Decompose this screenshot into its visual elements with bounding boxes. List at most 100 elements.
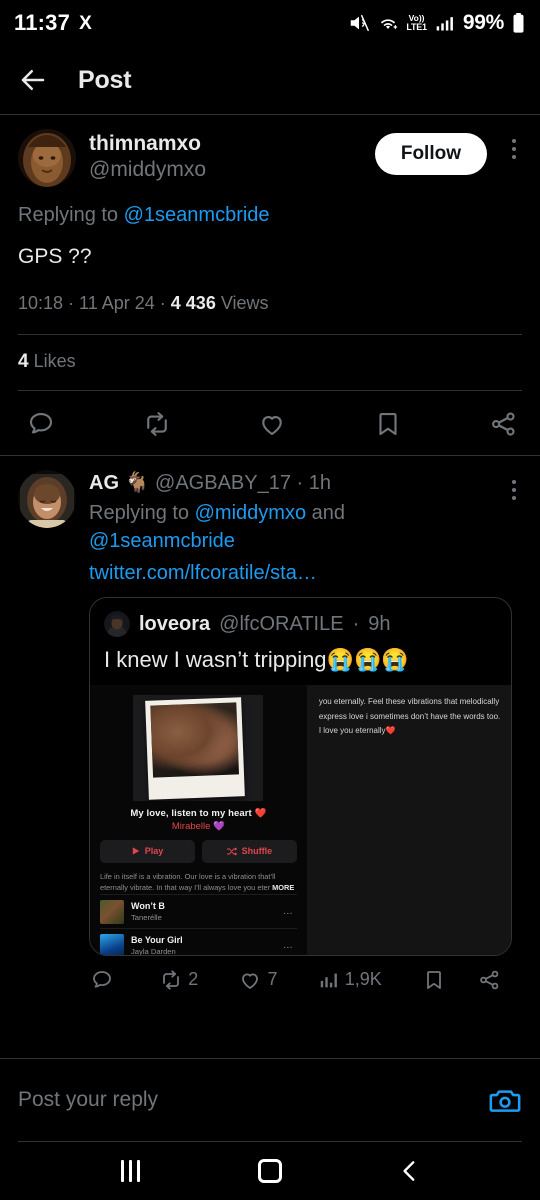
timeline-scroll-area[interactable]: thimnamxo @middymxo Follow Replying to @…	[0, 115, 540, 1058]
playlist-artist: Mirabelle 💜	[171, 820, 225, 832]
reply-button[interactable]	[26, 409, 56, 439]
replying-to-mention-1[interactable]: @middymxo	[195, 502, 306, 524]
back-arrow-icon[interactable]	[18, 65, 48, 95]
attached-music-screenshot[interactable]: My love, listen to my heart ❤️ Mirabelle…	[90, 684, 511, 956]
display-name: AG	[89, 471, 119, 494]
shuffle-label: Shuffle	[241, 846, 273, 857]
page-title: Post	[78, 65, 132, 94]
replying-to-mention[interactable]: @1seanmcbride	[124, 204, 270, 226]
replying-to-prefix: Replying to	[18, 204, 124, 226]
timestamp: 1h	[308, 471, 331, 494]
display-name: loveora	[139, 612, 211, 635]
shuffle-button[interactable]: Shuffle	[201, 839, 297, 863]
home-button[interactable]	[240, 1148, 300, 1194]
reply-composer-area: Post your reply	[0, 1058, 540, 1142]
meta-sep-2: ·	[154, 293, 171, 314]
display-name: thimnamxo	[89, 132, 202, 155]
recents-button[interactable]	[100, 1148, 160, 1194]
track-title: Won’t B	[131, 900, 165, 911]
more-link[interactable]: MORE	[272, 883, 294, 892]
like-icon	[262, 415, 282, 435]
share-button[interactable]	[477, 968, 506, 992]
avatar[interactable]	[18, 129, 76, 187]
like-icon	[242, 973, 259, 989]
more-options-icon[interactable]	[500, 470, 522, 500]
share-icon	[480, 970, 499, 990]
reply-identity-line: AG 🐐 @AGBABY_17 · 1h	[89, 470, 487, 496]
quoted-tweet-card[interactable]: loveora @lfcORATILE · 9h I knew I wasn’t…	[89, 597, 512, 956]
quoted-tweet-header: loveora @lfcORATILE · 9h	[90, 598, 511, 638]
track-meta: Be Your Girl Jayla Darden	[131, 934, 276, 956]
reply-button[interactable]	[90, 968, 119, 992]
quote-dot: ·	[352, 612, 360, 635]
volte-bottom-label: LTE1	[406, 21, 427, 32]
likes-count: 4	[18, 350, 29, 372]
track-menu-icon[interactable]: …	[283, 906, 297, 917]
playlist-description-text: Life in itself is a vibration. Our love …	[100, 871, 276, 893]
back-button[interactable]	[380, 1148, 440, 1194]
play-button[interactable]: Play	[100, 839, 195, 863]
main-tweet-actions	[0, 391, 540, 455]
share-button[interactable]	[488, 409, 518, 439]
replying-to-mention-2[interactable]: @1seanmcbride	[89, 530, 235, 552]
tweet-time: 10:18	[18, 293, 64, 314]
android-nav-bar	[0, 1142, 540, 1200]
user-handle: @lfcORATILE	[219, 612, 344, 635]
track-artwork	[100, 899, 124, 924]
message-text: you eternally. Feel these vibrations tha…	[318, 696, 501, 736]
retweet-button[interactable]	[142, 409, 172, 439]
mute-icon	[351, 14, 370, 32]
bookmark-icon	[378, 412, 397, 435]
track-menu-icon[interactable]: …	[283, 940, 297, 951]
play-label: Play	[144, 846, 164, 857]
reply-input[interactable]: Post your reply	[18, 1088, 478, 1112]
user-handle: @AGBABY_17	[155, 471, 291, 494]
play-icon	[132, 847, 139, 855]
replying-to-prefix: Replying to	[89, 501, 195, 524]
track-artist: Jayla Darden	[131, 946, 176, 956]
track-row[interactable]: Won’t B Tanerélle …	[100, 893, 297, 928]
home-icon	[258, 1159, 282, 1183]
likes-row[interactable]: 4 Likes	[18, 335, 522, 373]
x-logo-icon: X	[79, 12, 92, 34]
playlist-description: Life in itself is a vibration. Our love …	[100, 871, 297, 894]
message-panel: you eternally. Feel these vibrations tha…	[306, 684, 511, 955]
share-icon	[492, 411, 515, 436]
like-button[interactable]	[257, 409, 287, 439]
retweet-count: 2	[188, 969, 199, 990]
reply-tweet-actions: 2 7 1,9K	[74, 956, 522, 1003]
track-title: Be Your Girl	[131, 934, 183, 945]
timestamp: 9h	[368, 612, 391, 635]
follow-button[interactable]: Follow	[374, 133, 487, 175]
main-tweet-header: thimnamxo @middymxo Follow	[18, 129, 522, 187]
phone-screen: 11:37 X Vo)) LTE1 99% Post thimnamxo @mi…	[0, 0, 540, 1200]
avatar[interactable]	[104, 611, 130, 638]
like-button[interactable]: 7	[238, 968, 278, 992]
meta-sep-1: ·	[63, 293, 80, 314]
track-row[interactable]: Be Your Girl Jayla Darden …	[100, 927, 297, 956]
headline-dot: ·	[290, 471, 309, 494]
views-button[interactable]: 1,9K	[318, 969, 382, 991]
music-player-panel: My love, listen to my heart ❤️ Mirabelle…	[90, 684, 307, 956]
replying-and: and	[306, 501, 345, 524]
goat-emoji-icon: 🐐	[124, 471, 150, 494]
retweet-icon	[146, 411, 167, 436]
tweet-text: GPS ??	[18, 245, 92, 268]
bookmark-button[interactable]	[422, 968, 451, 992]
reply-tweet-content: AG 🐐 @AGBABY_17 · 1h Replying to @middym…	[89, 470, 487, 588]
reply-composer: Post your reply	[0, 1059, 540, 1141]
views-count: 1,9K	[344, 969, 382, 990]
tweet-metadata: 10:18 · 11 Apr 24 · 4 436 Views	[18, 291, 522, 316]
track-artist: Tanerélle	[131, 912, 162, 922]
tweet-link[interactable]: twitter.com/lfcoratile/sta…	[89, 559, 487, 587]
more-options-icon[interactable]	[500, 129, 522, 159]
bookmark-button[interactable]	[373, 409, 403, 439]
status-bar-right: Vo)) LTE1 99%	[348, 11, 526, 35]
status-bar-left: 11:37 X	[14, 10, 92, 36]
avatar[interactable]	[18, 469, 76, 528]
main-tweet-identity: thimnamxo @middymxo	[89, 129, 362, 183]
camera-icon[interactable]	[488, 1083, 522, 1117]
playback-controls: Play Shuffle	[100, 839, 297, 863]
shuffle-icon	[226, 847, 237, 856]
retweet-button[interactable]: 2	[159, 968, 198, 992]
